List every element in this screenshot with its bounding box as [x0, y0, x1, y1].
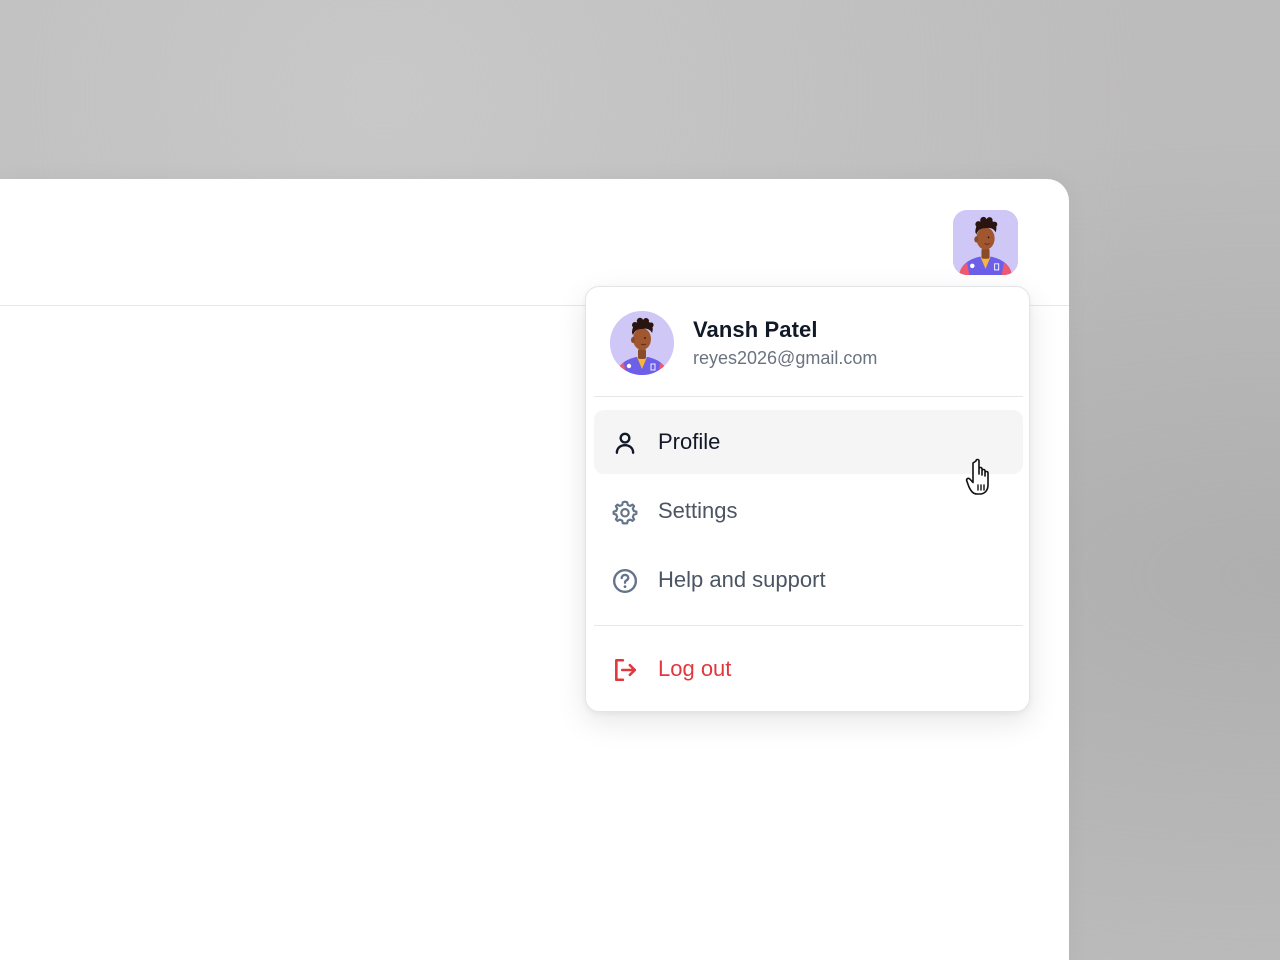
menu-item-profile[interactable]: Profile: [594, 410, 1023, 474]
menu-item-logout[interactable]: Log out: [594, 637, 1023, 701]
menu-item-settings[interactable]: Settings: [594, 479, 1023, 543]
menu-item-label: Log out: [658, 656, 732, 681]
account-dropdown-menu: Vansh Patel reyes2026@gmail.com Profile …: [585, 286, 1030, 712]
menu-item-help[interactable]: Help and support: [594, 548, 1023, 612]
menu-item-label: Profile: [658, 429, 721, 454]
help-circle-icon: [612, 568, 638, 594]
gear-icon: [612, 500, 638, 525]
user-name: Vansh Patel: [693, 317, 818, 342]
account-avatar-button[interactable]: [953, 210, 1018, 275]
user-avatar-icon: [953, 210, 1018, 275]
user-email: reyes2026@gmail.com: [693, 348, 878, 368]
user-info-header: Vansh Patel reyes2026@gmail.com: [586, 287, 1029, 397]
menu-divider: [594, 396, 1023, 397]
menu-item-label: Settings: [658, 498, 738, 523]
menu-item-label: Help and support: [658, 567, 826, 592]
user-icon: [615, 432, 635, 454]
user-avatar-icon: [610, 311, 674, 375]
logout-icon: [615, 658, 637, 682]
user-avatar: [610, 311, 674, 375]
menu-divider: [594, 625, 1023, 626]
